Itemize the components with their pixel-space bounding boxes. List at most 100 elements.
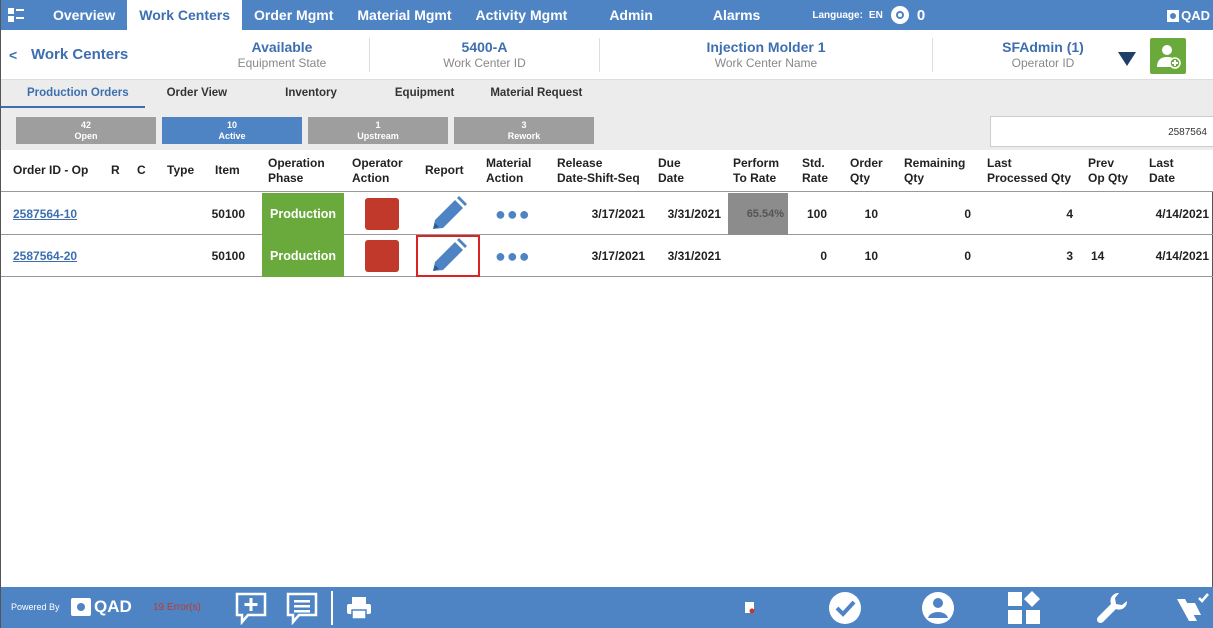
nav-alarms[interactable]: Alarms xyxy=(701,0,772,30)
alarm-count: 0 xyxy=(916,6,926,24)
operator-action-button[interactable] xyxy=(365,198,399,230)
work-center-name-value: Injection Molder 1 xyxy=(706,38,826,55)
nav-activity-mgmt[interactable]: Activity Mgmt xyxy=(464,0,580,30)
complete-button[interactable] xyxy=(827,591,863,625)
pencil-icon xyxy=(433,196,467,229)
pencil-icon xyxy=(433,238,467,271)
tab-inventory[interactable]: Inventory xyxy=(243,80,353,108)
col-prev-op-qty[interactable]: Prev Op Qty xyxy=(1088,156,1128,186)
language-value: EN xyxy=(868,9,883,21)
nav-material-mgmt[interactable]: Material Mgmt xyxy=(345,0,463,30)
search-input[interactable]: 2587564 xyxy=(990,116,1213,147)
wrench-icon xyxy=(1096,592,1128,624)
equipment-state: Available Equipment State xyxy=(195,37,370,72)
add-comment-button[interactable] xyxy=(233,591,269,625)
col-std-rate-line1: Std. xyxy=(802,156,825,170)
col-order-qty[interactable]: Order Qty xyxy=(850,156,883,186)
col-material-action[interactable]: Material Action xyxy=(486,156,531,186)
report-button[interactable] xyxy=(416,193,480,235)
col-operation-phase[interactable]: Operation Phase xyxy=(268,156,325,186)
operator-profile-button[interactable] xyxy=(920,591,956,625)
work-center-info-bar: < Work Centers Available Equipment State… xyxy=(1,30,1213,80)
operation-phase-badge: Production xyxy=(262,235,344,277)
back-button[interactable]: < xyxy=(1,47,25,63)
col-due-date[interactable]: Due Date xyxy=(658,156,684,186)
col-order-qty-line1: Order xyxy=(850,156,883,170)
col-item[interactable]: Item xyxy=(215,163,240,178)
nav-overview[interactable]: Overview xyxy=(41,0,127,30)
filter-upstream-button[interactable]: 1 Upstream xyxy=(308,117,448,144)
order-id-link[interactable]: 2587564-10 xyxy=(13,193,77,235)
col-perform-line1: Perform xyxy=(733,156,780,170)
filter-open-button[interactable]: 42 Open xyxy=(16,117,156,144)
tab-production-orders[interactable]: Production Orders xyxy=(1,80,145,108)
small-document-icon[interactable] xyxy=(741,591,759,625)
work-center-name: Injection Molder 1 Work Center Name xyxy=(600,37,933,72)
tab-order-view[interactable]: Order View xyxy=(145,80,244,108)
filter-open-count: 42 xyxy=(80,120,91,130)
col-report[interactable]: Report xyxy=(425,163,464,178)
nav-order-mgmt[interactable]: Order Mgmt xyxy=(242,0,345,30)
col-last-processed-line2: Processed Qty xyxy=(987,171,1072,185)
language-selector[interactable]: Language: EN xyxy=(812,4,910,26)
filter-active-button[interactable]: 10 Active xyxy=(162,117,302,144)
error-count-link[interactable]: 19 Error(s) xyxy=(153,602,201,613)
bottom-toolbar: Powered By QAD 19 Error(s) xyxy=(1,587,1213,628)
col-std-rate-line2: Rate xyxy=(802,171,829,185)
col-remaining-line1: Remaining xyxy=(904,156,966,170)
alarm-disc-icon[interactable] xyxy=(889,4,911,26)
material-action-menu-icon[interactable]: ●●● xyxy=(495,193,531,235)
last-processed-qty-cell: 4 xyxy=(1066,207,1073,221)
order-id-link[interactable]: 2587564-20 xyxy=(13,235,77,277)
add-operator-button[interactable] xyxy=(1150,38,1186,74)
tab-equipment[interactable]: Equipment xyxy=(353,80,470,108)
table-row[interactable]: 2587564-10 50100 Production ●●● 3/17/202… xyxy=(1,193,1213,235)
col-order-id-op[interactable]: Order ID - Op xyxy=(13,163,88,178)
checklist-button[interactable] xyxy=(1174,591,1210,625)
col-operator-action[interactable]: Operator Action xyxy=(352,156,403,186)
col-std-rate[interactable]: Std. Rate xyxy=(802,156,828,186)
print-button[interactable] xyxy=(341,591,377,625)
filter-rework-button[interactable]: 3 Rework xyxy=(454,117,594,144)
material-action-menu-icon[interactable]: ●●● xyxy=(495,235,531,277)
col-last-date[interactable]: Last Date xyxy=(1149,156,1175,186)
col-material-action-line1: Material xyxy=(486,156,532,170)
std-rate-cell: 0 xyxy=(820,249,827,263)
menu-grid-icon[interactable] xyxy=(1,0,31,30)
report-button-highlighted[interactable] xyxy=(416,235,480,277)
last-date-cell: 4/14/2021 xyxy=(1155,207,1209,221)
col-type[interactable]: Type xyxy=(167,163,194,178)
std-rate-cell: 100 xyxy=(806,207,827,221)
col-perform-to-rate[interactable]: Perform To Rate xyxy=(733,156,779,186)
toolbar-divider xyxy=(330,591,334,625)
tab-material-request[interactable]: Material Request xyxy=(470,80,598,108)
equipment-state-label: Equipment State xyxy=(237,55,327,70)
prev-op-qty-cell: 14 xyxy=(1091,249,1105,263)
remaining-qty-cell: 0 xyxy=(964,207,971,221)
tools-button[interactable] xyxy=(1094,591,1130,625)
table-row[interactable]: 2587564-20 50100 Production ●●● 3/17/202… xyxy=(1,235,1213,277)
col-release-date[interactable]: Release Date-Shift-Seq xyxy=(557,156,640,186)
col-operator-action-line1: Operator xyxy=(352,156,403,170)
work-centers-link[interactable]: Work Centers xyxy=(25,46,195,63)
add-user-icon xyxy=(1157,45,1181,69)
language-label: Language: xyxy=(812,9,863,21)
footer-brand-text: QAD xyxy=(94,597,132,616)
due-date-cell: 3/31/2021 xyxy=(667,207,721,221)
qad-logo-icon xyxy=(71,598,91,616)
shapes-grid-icon xyxy=(1008,591,1040,624)
nav-admin[interactable]: Admin xyxy=(597,0,665,30)
view-comments-button[interactable] xyxy=(284,591,320,625)
col-c[interactable]: C xyxy=(137,163,146,178)
perform-to-rate-cell: 65.54% xyxy=(728,193,788,235)
col-last-processed-qty[interactable]: Last Processed Qty xyxy=(987,156,1071,186)
dashboard-button[interactable] xyxy=(1006,591,1042,625)
col-last-processed-line1: Last xyxy=(987,156,1012,170)
work-center-id-value: 5400-A xyxy=(461,38,508,55)
nav-work-centers[interactable]: Work Centers xyxy=(127,0,243,30)
col-due-date-line1: Due xyxy=(658,156,681,170)
col-r[interactable]: R xyxy=(111,163,120,178)
col-remaining-qty[interactable]: Remaining Qty xyxy=(904,156,965,186)
operator-action-button[interactable] xyxy=(365,240,399,272)
operator-dropdown-icon[interactable] xyxy=(1118,52,1136,66)
